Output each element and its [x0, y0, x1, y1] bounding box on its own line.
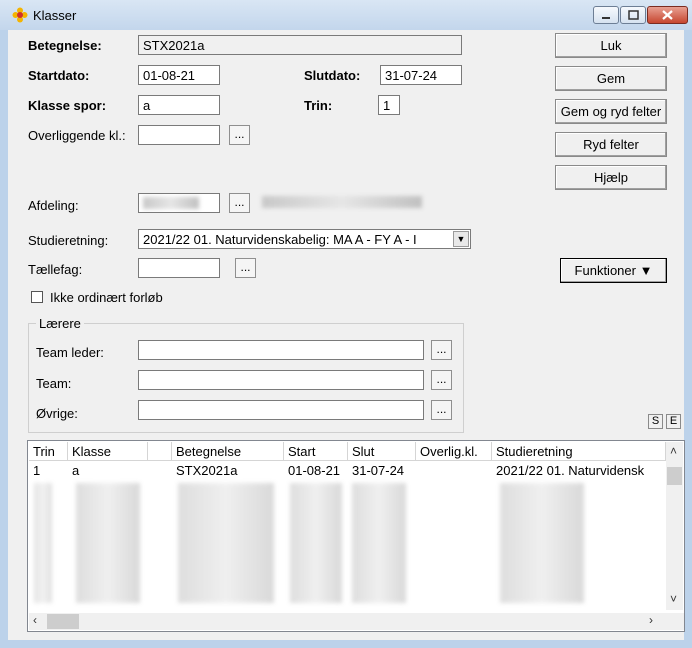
- column-header[interactable]: Klasse: [68, 442, 148, 461]
- scroll-thumb[interactable]: [667, 467, 682, 485]
- table-cell[interactable]: 31-07-24: [348, 462, 416, 479]
- klassespor-label: Klasse spor:: [28, 98, 107, 113]
- afdeling-label: Afdeling:: [28, 198, 79, 213]
- ryd-felter-button[interactable]: Ryd felter: [555, 132, 667, 157]
- laerere-legend: Lærere: [36, 316, 84, 331]
- column-header[interactable]: Betegnelse: [172, 442, 284, 461]
- startdato-label: Startdato:: [28, 68, 90, 83]
- betegnelse-label: Betegnelse:: [28, 38, 102, 53]
- redacted-rows: [352, 483, 406, 603]
- column-header[interactable]: Studieretning: [492, 442, 666, 461]
- studieretning-label: Studieretning:: [28, 233, 109, 248]
- close-icon: [662, 10, 673, 20]
- column-header[interactable]: Slut: [348, 442, 416, 461]
- column-header[interactable]: Trin: [29, 442, 68, 461]
- slutdato-field[interactable]: 31-07-24: [380, 65, 462, 85]
- trin-field[interactable]: 1: [378, 95, 400, 115]
- chevron-right-icon[interactable]: ›: [649, 613, 653, 627]
- table-cell[interactable]: 2021/22 01. Naturvidensk: [492, 462, 666, 479]
- flower-icon: [12, 7, 28, 23]
- overliggende-field[interactable]: [138, 125, 220, 145]
- luk-button[interactable]: Luk: [555, 33, 667, 58]
- ovrige-field[interactable]: [138, 400, 424, 420]
- e-button[interactable]: E: [666, 414, 681, 429]
- gem-button[interactable]: Gem: [555, 66, 667, 91]
- taellefag-label: Tællefag:: [28, 262, 83, 277]
- vertical-scrollbar[interactable]: ˄ ˅: [666, 442, 683, 610]
- klassespor-field[interactable]: a: [138, 95, 220, 115]
- minimize-button[interactable]: [593, 6, 619, 24]
- taellefag-browse-button[interactable]: ...: [235, 258, 256, 278]
- chevron-up-icon[interactable]: ˄: [670, 444, 677, 458]
- klasser-table[interactable]: Trin Klasse Betegnelse Start Slut Overli…: [27, 440, 685, 632]
- table-cell[interactable]: 1: [29, 462, 68, 479]
- betegnelse-field[interactable]: STX2021a: [138, 35, 462, 55]
- column-header[interactable]: Start: [284, 442, 348, 461]
- maximize-icon: [628, 10, 639, 20]
- title-bar: Klasser: [0, 0, 692, 30]
- ikke-ordinaert-checkbox[interactable]: [31, 291, 43, 303]
- startdato-field[interactable]: 01-08-21: [138, 65, 220, 85]
- table-cell[interactable]: a: [68, 462, 148, 479]
- window: Klasser Betegnelse: STX2021a Startdato: …: [0, 0, 692, 648]
- column-header[interactable]: Overlig.kl.: [416, 442, 492, 461]
- column-header[interactable]: [148, 442, 172, 461]
- teamleder-field[interactable]: [138, 340, 424, 360]
- team-label: Team:: [36, 376, 72, 391]
- table-cell[interactable]: [416, 462, 492, 479]
- chevron-down-icon[interactable]: ▼: [453, 231, 469, 247]
- overliggende-label: Overliggende kl.:: [28, 128, 126, 143]
- ikke-ordinaert-label: Ikke ordinært forløb: [50, 290, 163, 305]
- redacted-rows: [290, 483, 342, 603]
- hjaelp-button[interactable]: Hjælp: [555, 165, 667, 190]
- horizontal-scrollbar[interactable]: ‹ ›: [29, 613, 684, 630]
- window-title: Klasser: [33, 8, 77, 23]
- team-browse-button[interactable]: ...: [431, 370, 452, 390]
- studieretning-select[interactable]: 2021/22 01. Naturvidenskabelig: MA A - F…: [138, 229, 471, 249]
- taellefag-field[interactable]: [138, 258, 220, 278]
- funktioner-button[interactable]: Funktioner ▼: [560, 258, 667, 283]
- minimize-icon: [602, 17, 610, 19]
- ovrige-browse-button[interactable]: ...: [431, 400, 452, 420]
- maximize-button[interactable]: [620, 6, 646, 24]
- redacted-rows: [178, 483, 274, 603]
- overliggende-browse-button[interactable]: ...: [229, 125, 250, 145]
- gem-og-ryd-button[interactable]: Gem og ryd felter: [555, 99, 667, 124]
- close-button[interactable]: [647, 6, 688, 24]
- chevron-left-icon[interactable]: ‹: [33, 613, 37, 627]
- scroll-thumb[interactable]: [47, 614, 79, 629]
- chevron-down-icon[interactable]: ˅: [670, 592, 677, 606]
- team-field[interactable]: [138, 370, 424, 390]
- teamleder-browse-button[interactable]: ...: [431, 340, 452, 360]
- table-cell[interactable]: 01-08-21: [284, 462, 348, 479]
- redacted-rows: [34, 483, 52, 603]
- trin-label: Trin:: [304, 98, 333, 113]
- ovrige-label: Øvrige:: [36, 406, 78, 421]
- afdeling-name-redacted: [262, 196, 422, 208]
- s-button[interactable]: S: [648, 414, 663, 429]
- afdeling-field[interactable]: [138, 193, 220, 213]
- slutdato-label: Slutdato:: [304, 68, 361, 83]
- redacted-text: [143, 197, 199, 209]
- redacted-rows: [76, 483, 140, 603]
- redacted-rows: [500, 483, 584, 603]
- teamleder-label: Team leder:: [36, 345, 104, 360]
- afdeling-browse-button[interactable]: ...: [229, 193, 250, 213]
- table-cell[interactable]: [148, 462, 172, 479]
- table-cell[interactable]: STX2021a: [172, 462, 284, 479]
